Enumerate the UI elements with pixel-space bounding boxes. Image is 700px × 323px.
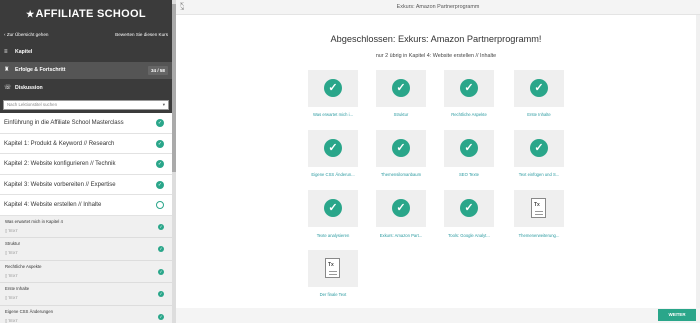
- check-icon: ✓: [324, 199, 342, 217]
- lesson-item[interactable]: Rechtliche Aspekte ▯ TEXT ✓: [0, 261, 172, 284]
- check-icon: ✓: [156, 180, 164, 189]
- chapter-item[interactable]: Kapitel 1: Produkt & Keyword // Research…: [0, 134, 172, 155]
- chevron-down-icon: ▾: [162, 102, 165, 107]
- chapter-item[interactable]: Einführung in die Affiliate School Maste…: [0, 113, 172, 134]
- completion-heading: Abgeschlossen: Exkurs: Amazon Partnerpro…: [330, 34, 542, 44]
- rate-course-link[interactable]: Bewerten Sie diesen Kurs: [115, 32, 168, 37]
- lesson-tile-label[interactable]: Text einfügen und S...: [504, 172, 574, 177]
- lesson-tile[interactable]: ✓: [444, 190, 494, 227]
- check-icon: ✓: [156, 119, 164, 127]
- check-icon: ✓: [392, 139, 410, 157]
- trophy-icon: ♜: [4, 67, 10, 73]
- document-icon: Tx: [325, 258, 340, 278]
- lesson-tile[interactable]: ✓: [308, 190, 358, 227]
- check-icon: ✓: [324, 79, 342, 97]
- back-row: ‹ Zur Übersicht gehen Bewerten Sie diese…: [4, 32, 168, 42]
- lesson-item[interactable]: Erste Inhalte ▯ TEXT ✓: [0, 283, 172, 306]
- nav-progress[interactable]: ♜ Erfolge & Fortschritt 34 / 58: [0, 62, 172, 79]
- check-icon: ✓: [530, 139, 548, 157]
- check-icon: ✓: [324, 139, 342, 157]
- nav-discussion[interactable]: ☏ Diskussion: [0, 80, 172, 97]
- nav-kapitel[interactable]: ≡ Kapitel: [0, 44, 172, 61]
- lesson-tile[interactable]: ✓: [444, 70, 494, 107]
- lesson-tile-label[interactable]: Rechtliche Aspekte: [434, 112, 504, 117]
- lesson-tile-label[interactable]: Eigene CSS Änderun...: [298, 172, 368, 177]
- sidebar-header: ★AFFILIATE SCHOOL ‹ Zur Übersicht gehen …: [0, 0, 172, 113]
- star-icon: ★: [26, 9, 35, 19]
- main-panel: Abgeschlossen: Exkurs: Amazon Partnerpro…: [176, 15, 696, 308]
- lesson-search-select[interactable]: Nach Lektionstitel suchen ▾: [3, 100, 169, 110]
- check-icon: ✓: [156, 139, 164, 148]
- document-icon: Tx: [531, 198, 546, 218]
- lesson-item[interactable]: Was erwartet mich in Kapitel 4 ▯ TEXT ✓: [0, 216, 172, 239]
- main-scrollbar[interactable]: [696, 15, 700, 308]
- check-icon: ✓: [158, 291, 164, 298]
- lesson-tile-label[interactable]: Was erwartet mich i...: [298, 112, 368, 117]
- lesson-tile[interactable]: ✓: [514, 70, 564, 107]
- lesson-tile[interactable]: ✓: [514, 130, 564, 167]
- lesson-tile[interactable]: Tx: [514, 190, 564, 227]
- lesson-tile-label[interactable]: Texte analysieren: [298, 233, 368, 238]
- footer-bar: WEITER: [176, 308, 700, 323]
- remaining-subheading: nur 2 übrig in Kapitel 4: Website erstel…: [375, 53, 497, 59]
- page-title: Exkurs: Amazon Partnerprogramm: [396, 4, 480, 10]
- lesson-tile[interactable]: ✓: [308, 130, 358, 167]
- back-link[interactable]: ‹ Zur Übersicht gehen: [4, 32, 48, 37]
- lesson-tile-label[interactable]: Der finale Text: [298, 292, 368, 297]
- lesson-tile-label[interactable]: Struktur: [366, 112, 436, 117]
- check-icon: ✓: [392, 199, 410, 217]
- check-icon: ✓: [392, 79, 410, 97]
- lesson-tile-label[interactable]: SEO Texte: [434, 172, 504, 177]
- chapter-item[interactable]: Kapitel 3: Website vorbereiten // Expert…: [0, 175, 172, 196]
- lesson-tile-label[interactable]: Tools: Google Analyt...: [434, 233, 504, 238]
- chat-icon: ☏: [4, 85, 12, 91]
- lesson-topbar: ⇱ ⇲ Exkurs: Amazon Partnerprogramm: [176, 0, 700, 15]
- lesson-tile-label[interactable]: Exkurs: Amazon Part...: [366, 233, 436, 238]
- lesson-item[interactable]: Eigene CSS Änderungen ▯ TEXT ✓: [0, 306, 172, 323]
- check-icon: ✓: [158, 268, 164, 275]
- check-icon: ✓: [460, 79, 478, 97]
- chapter-item-current[interactable]: Kapitel 4: Website erstellen // Inhalte: [0, 195, 172, 216]
- lesson-tile-label[interactable]: Erste Inhalte: [504, 112, 574, 117]
- logo[interactable]: ★AFFILIATE SCHOOL: [0, 8, 172, 20]
- progress-ring-icon: [156, 201, 164, 210]
- lesson-list: Was erwartet mich in Kapitel 4 ▯ TEXT ✓ St…: [0, 215, 172, 323]
- check-icon: ✓: [460, 139, 478, 157]
- lesson-tile[interactable]: ✓: [308, 70, 358, 107]
- check-icon: ✓: [156, 160, 164, 169]
- lesson-tile[interactable]: ✓: [444, 130, 494, 167]
- lesson-tile[interactable]: ✓: [376, 70, 426, 107]
- next-button[interactable]: WEITER: [658, 309, 696, 321]
- chapter-item[interactable]: Kapitel 2: Website konfigurieren // Tech…: [0, 154, 172, 175]
- check-icon: ✓: [158, 246, 164, 253]
- check-icon: ✓: [158, 223, 164, 230]
- course-sidebar: ★AFFILIATE SCHOOL ‹ Zur Übersicht gehen …: [0, 0, 172, 323]
- lesson-item[interactable]: Struktur ▯ TEXT ✓: [0, 238, 172, 261]
- lesson-tile[interactable]: ✓: [376, 190, 426, 227]
- check-icon: ✓: [530, 79, 548, 97]
- lesson-tile[interactable]: ✓: [376, 130, 426, 167]
- progress-count: 34 / 58: [147, 66, 168, 75]
- check-icon: ✓: [460, 199, 478, 217]
- check-icon: ✓: [158, 313, 164, 320]
- lesson-tile-label[interactable]: Themenerweiterung...: [504, 233, 574, 238]
- lesson-tile-label[interactable]: Themensilomanbaum: [366, 172, 436, 177]
- list-icon: ≡: [4, 49, 8, 55]
- lesson-tile[interactable]: Tx: [308, 250, 358, 287]
